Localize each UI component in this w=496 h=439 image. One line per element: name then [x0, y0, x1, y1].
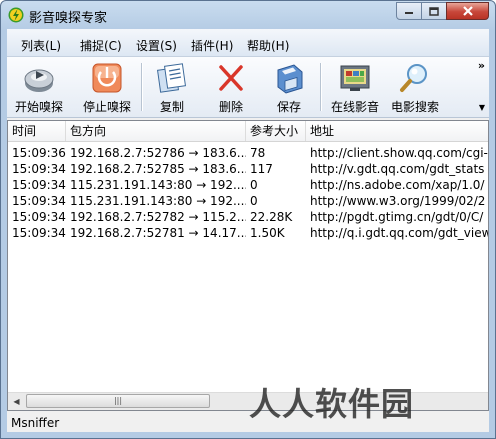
delete-label: 删除 [218, 100, 243, 114]
power-icon [92, 63, 122, 93]
cell-url: http://v.gdt.qq.com/gdt_stats [310, 162, 485, 176]
status-text: Msniffer [11, 416, 60, 430]
table-row[interactable]: 15:09:34 115.231.191.143:80 → 192.... 0 … [8, 193, 488, 209]
cell-size: 117 [250, 162, 273, 176]
cell-time: 15:09:34 [12, 162, 66, 176]
cell-url: http://pgdt.gtimg.cn/gdt/0/C/ [310, 210, 484, 224]
delete-icon [219, 65, 243, 91]
movie-search-button[interactable]: 电影搜索 [387, 61, 443, 114]
cell-url: http://q.i.gdt.qq.com/gdt_view [310, 226, 488, 240]
table-row[interactable]: 15:09:34 192.168.2.7:52782 → 115.2... 22… [8, 209, 488, 225]
close-button[interactable] [446, 2, 489, 20]
film-tv-icon [340, 65, 370, 91]
start-sniff-button[interactable]: 开始嗅探 [13, 61, 65, 114]
copy-icon [156, 63, 187, 93]
cell-url: http://ns.adobe.com/xap/1.0/ [310, 178, 485, 192]
cell-direction: 192.168.2.7:52786 → 183.6... [70, 146, 246, 160]
column-header-size[interactable]: 参考大小 [246, 121, 306, 141]
menu-settings[interactable]: 设置(S) [136, 37, 177, 54]
start-sniff-icon [24, 69, 54, 92]
save-label: 保存 [276, 100, 301, 114]
status-bar: Msniffer [7, 412, 489, 432]
copy-label: 复制 [159, 100, 184, 114]
maximize-button[interactable] [421, 2, 447, 20]
menu-list[interactable]: 列表(L) [21, 37, 61, 54]
scroll-left-arrow-icon[interactable]: ◀ [8, 393, 25, 410]
table-row[interactable]: 15:09:34 115.231.191.143:80 → 192.... 0 … [8, 177, 488, 193]
close-icon [462, 6, 473, 16]
toolbar-overflow-chevron-icon[interactable]: » [478, 59, 485, 72]
cell-size: 0 [250, 178, 258, 192]
cell-url: http://client.show.qq.com/cgi- [310, 146, 488, 160]
cell-time: 15:09:34 [12, 194, 66, 208]
toolbar-separator [320, 63, 322, 111]
list-header: 时间 包方向 参考大小 地址 [8, 121, 488, 142]
cell-time: 15:09:34 [12, 210, 66, 224]
menu-bar: 列表(L) 捕捉(C) 设置(S) 插件(H) 帮助(H) [7, 29, 489, 57]
cell-direction: 192.168.2.7:52781 → 14.17.... [70, 226, 246, 240]
floppy-disk-icon [277, 64, 303, 94]
cell-size: 78 [250, 146, 266, 160]
column-header-time[interactable]: 时间 [8, 121, 66, 141]
delete-button[interactable]: 删除 [211, 61, 251, 114]
toolbar-dropdown-arrow-icon[interactable]: ▼ [479, 103, 485, 112]
minimize-button[interactable] [396, 2, 422, 20]
maximize-icon [429, 6, 439, 16]
title-bar[interactable]: 影音嗅探专家 [1, 1, 495, 29]
table-row[interactable]: 15:09:36 192.168.2.7:52786 → 183.6... 78… [8, 145, 488, 161]
table-row[interactable]: 15:09:34 192.168.2.7:52781 → 14.17.... 1… [8, 225, 488, 241]
column-header-url[interactable]: 地址 [306, 121, 488, 141]
scroll-thumb[interactable]: ||| [26, 394, 210, 408]
cell-size: 0 [250, 194, 258, 208]
horizontal-scrollbar[interactable]: ◀ ||| [8, 392, 488, 410]
capture-list[interactable]: 时间 包方向 参考大小 地址 15:09:36 192.168.2.7:5278… [7, 120, 489, 411]
save-button[interactable]: 保存 [269, 61, 309, 114]
cell-url: http://www.w3.org/1999/02/2 [310, 194, 486, 208]
cell-direction: 115.231.191.143:80 → 192.... [70, 178, 246, 192]
cell-time: 15:09:34 [12, 178, 66, 192]
online-media-button[interactable]: 在线影音 [327, 61, 383, 114]
online-media-label: 在线影音 [330, 100, 379, 114]
cell-direction: 192.168.2.7:52782 → 115.2... [70, 210, 246, 224]
menu-capture[interactable]: 捕捉(C) [80, 37, 122, 54]
column-header-direction[interactable]: 包方向 [66, 121, 246, 141]
start-sniff-label: 开始嗅探 [14, 100, 63, 114]
window-title: 影音嗅探专家 [29, 11, 108, 26]
stop-sniff-button[interactable]: 停止嗅探 [79, 61, 135, 114]
toolbar: 开始嗅探 停止嗅探 复制 删除 保存 在线影音 电影搜索 » ▼ [7, 57, 489, 118]
cell-time: 15:09:36 [12, 146, 66, 160]
stop-sniff-label: 停止嗅探 [82, 100, 131, 114]
client-area: 列表(L) 捕捉(C) 设置(S) 插件(H) 帮助(H) 开始嗅探 停止嗅探 … [7, 29, 489, 432]
cell-size: 22.28K [250, 210, 293, 224]
magnifier-icon [400, 64, 427, 92]
menu-plugins[interactable]: 插件(H) [191, 37, 233, 54]
menu-help[interactable]: 帮助(H) [247, 37, 289, 54]
cell-direction: 115.231.191.143:80 → 192.... [70, 194, 246, 208]
copy-button[interactable]: 复制 [152, 61, 192, 114]
table-row[interactable]: 15:09:34 192.168.2.7:52785 → 183.6... 11… [8, 161, 488, 177]
watermark: 人人软件园 [249, 385, 415, 423]
app-logo-icon [8, 7, 24, 23]
cell-direction: 192.168.2.7:52785 → 183.6... [70, 162, 246, 176]
cell-size: 1.50K [250, 226, 285, 240]
cell-time: 15:09:34 [12, 226, 66, 240]
app-window: 影音嗅探专家 列表(L) 捕捉(C) 设置(S) 插件(H) 帮助(H) 开始嗅… [0, 0, 496, 439]
movie-search-label: 电影搜索 [390, 100, 439, 114]
toolbar-separator [141, 63, 143, 111]
minimize-icon [405, 12, 413, 14]
